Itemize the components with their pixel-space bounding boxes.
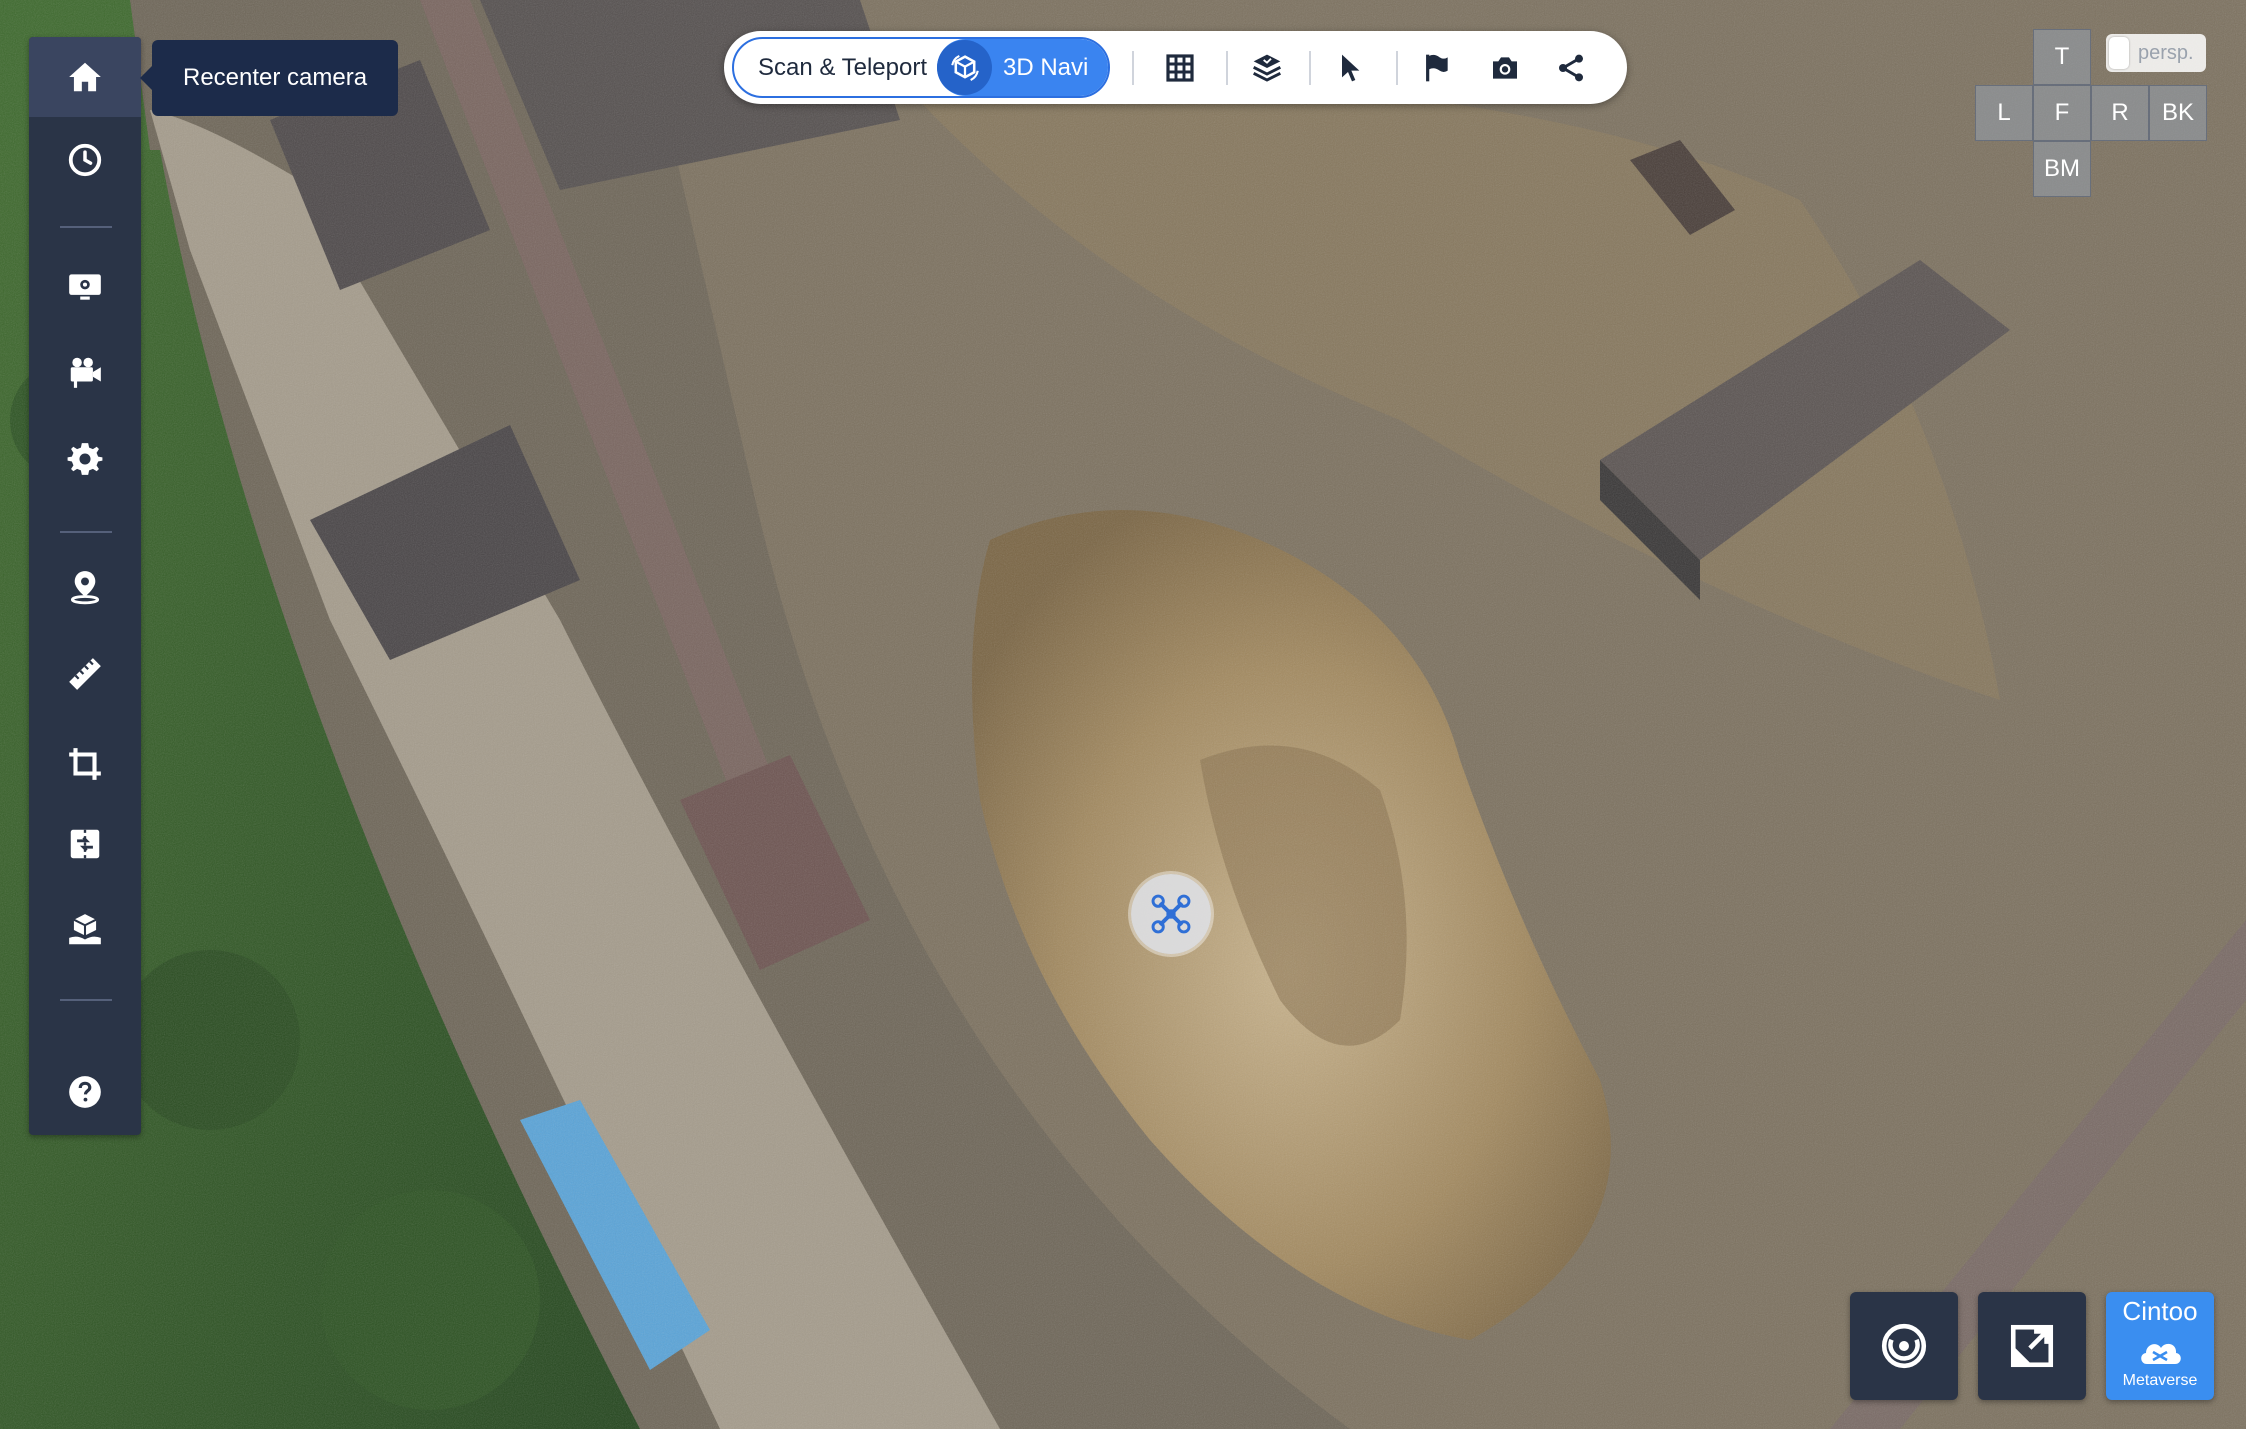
- grid-icon: [1166, 54, 1194, 82]
- fullscreen-icon: [2010, 1324, 2054, 1368]
- 3d-navi-mode-button[interactable]: 3D Navi: [937, 39, 1108, 96]
- ruler-icon: [69, 658, 101, 690]
- 3d-navi-label: 3D Navi: [1003, 54, 1089, 81]
- drone-navigation-marker[interactable]: [1131, 874, 1211, 954]
- cintoo-brand-text: Cintoo: [2122, 1296, 2198, 1326]
- video-camera-icon: [70, 357, 101, 388]
- compare-button[interactable]: [29, 804, 141, 884]
- camera-path-button[interactable]: [29, 332, 141, 412]
- model-button[interactable]: [29, 890, 141, 970]
- toolbar-separator: [60, 531, 112, 533]
- share-button[interactable]: [1546, 43, 1596, 93]
- compare-icon: [70, 829, 100, 859]
- view-right-button[interactable]: R: [2091, 85, 2149, 141]
- navigation-mode-switch: Scan & Teleport 3D Navi: [732, 37, 1110, 98]
- home-icon: [69, 62, 101, 92]
- camera-icon: [1493, 57, 1517, 79]
- help-button[interactable]: [29, 1052, 141, 1132]
- cintoo-metaverse-logo[interactable]: Cintoo Metaverse: [2106, 1292, 2214, 1400]
- view-front-button[interactable]: F: [2033, 85, 2091, 141]
- location-pin-icon: [70, 571, 100, 605]
- toolbar-separator: [1396, 51, 1398, 85]
- snapshot-button[interactable]: [1480, 43, 1530, 93]
- crop-button[interactable]: [29, 724, 141, 804]
- toolbar-separator: [60, 999, 112, 1001]
- perspective-label: persp.: [2138, 42, 2194, 64]
- history-button[interactable]: [29, 120, 141, 200]
- help-icon: [69, 1076, 101, 1108]
- monitor-gear-icon: [69, 274, 101, 300]
- top-toolbar: Scan & Teleport 3D Navi: [724, 31, 1627, 104]
- pointer-icon: [1342, 54, 1360, 82]
- location-button[interactable]: [29, 547, 141, 627]
- select-tool-button[interactable]: [1325, 43, 1375, 93]
- navi-cube-icon: [937, 40, 992, 95]
- view-bottom-button[interactable]: BM: [2033, 141, 2091, 197]
- drone-icon: [1151, 894, 1191, 934]
- point-cloud-viewport[interactable]: [0, 0, 2246, 1429]
- gear-icon: [67, 443, 103, 475]
- cloud-icon: [2141, 1343, 2181, 1364]
- target-view-button[interactable]: [1850, 1292, 1958, 1400]
- annotation-button[interactable]: [1412, 43, 1462, 93]
- toolbar-separator: [1309, 51, 1311, 85]
- view-left-button[interactable]: L: [1975, 85, 2033, 141]
- view-top-button[interactable]: T: [2033, 29, 2091, 85]
- target-icon: [1881, 1323, 1927, 1369]
- grid-view-button[interactable]: [1155, 43, 1205, 93]
- crop-icon: [69, 748, 101, 780]
- layers-icon: [1253, 54, 1281, 82]
- cintoo-sub-text: Metaverse: [2122, 1372, 2198, 1389]
- scan-teleport-mode-button[interactable]: Scan & Teleport: [758, 39, 927, 96]
- toolbar-separator: [1132, 51, 1134, 85]
- fullscreen-button[interactable]: [1978, 1292, 2086, 1400]
- toolbar-separator: [60, 226, 112, 228]
- perspective-toggle-knob: [2109, 37, 2129, 69]
- measure-button[interactable]: [29, 634, 141, 714]
- cube-hand-icon: [69, 914, 101, 945]
- toolbar-separator: [1226, 51, 1228, 85]
- clock-icon: [68, 143, 102, 177]
- layers-button[interactable]: [1242, 43, 1292, 93]
- left-toolbar: [29, 37, 141, 1135]
- recenter-camera-button[interactable]: [29, 37, 141, 117]
- view-back-button[interactable]: BK: [2149, 85, 2207, 141]
- settings-button[interactable]: [29, 419, 141, 499]
- flag-icon: [1426, 54, 1448, 82]
- presentation-button[interactable]: [29, 247, 141, 327]
- perspective-toggle[interactable]: persp.: [2106, 34, 2206, 72]
- recenter-camera-tooltip: Recenter camera: [139, 40, 399, 116]
- share-icon: [1559, 54, 1583, 82]
